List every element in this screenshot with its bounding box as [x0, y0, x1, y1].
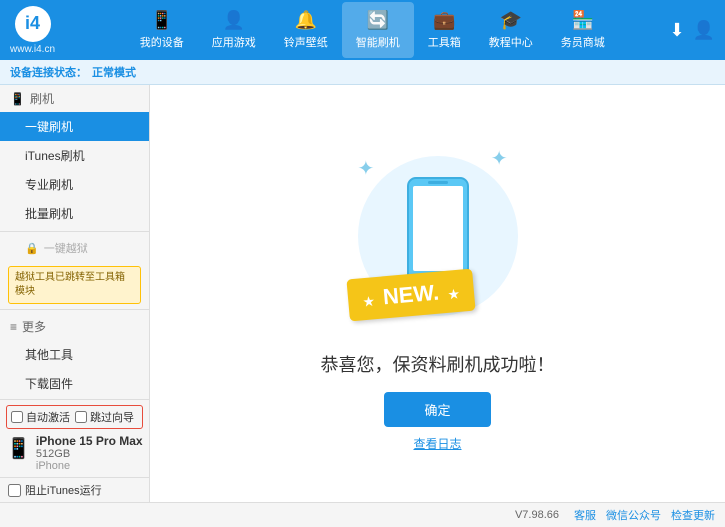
- success-illustration: ✦ ✦ NEW.: [338, 136, 538, 336]
- jailbreak-label: 一键越狱: [44, 240, 88, 256]
- tutorials-icon: 🎓: [500, 10, 522, 31]
- status-prefix: 设备连接状态：: [10, 64, 87, 80]
- nav-toolbox-label: 工具箱: [428, 34, 461, 50]
- sidebar-jailbreak-group: 🔒 一键越狱: [0, 235, 149, 261]
- sidebar-divider-1: [0, 231, 149, 232]
- status-value: 正常模式: [92, 64, 136, 80]
- device-type: iPhone: [36, 460, 143, 472]
- download-btn[interactable]: ⬇: [669, 20, 684, 41]
- nav-my-device[interactable]: 📱 我的设备: [126, 2, 198, 58]
- nav-smart-flash[interactable]: 🔄 智能刷机: [342, 2, 414, 58]
- lock-icon: 🔒: [25, 242, 39, 255]
- itunes-check-bar: 阻止iTunes运行: [0, 477, 149, 502]
- my-device-icon: 📱: [151, 10, 173, 31]
- device-storage: 512GB: [36, 448, 143, 460]
- nav-apps-games[interactable]: 👤 应用游戏: [198, 2, 270, 58]
- confirm-button[interactable]: 确定: [384, 392, 490, 427]
- header-right: ⬇ 👤: [669, 20, 715, 41]
- success-title: 恭喜您，保资料刷机成功啦！: [321, 351, 555, 377]
- other-tools-label: 其他工具: [25, 348, 73, 362]
- auto-activate-checkbox[interactable]: 自动激活: [11, 409, 70, 425]
- sidebar-more-group: ≡ 更多: [0, 313, 149, 340]
- content-area: ✦ ✦ NEW. 恭喜您，保资料刷机成功啦！ 确定 查看日志: [150, 85, 725, 502]
- flash-group-label: 刷机: [30, 90, 54, 107]
- device-details: iPhone 15 Pro Max 512GB iPhone: [36, 434, 143, 472]
- header: i4 www.i4.cn 📱 我的设备 👤 应用游戏 🔔 铃声壁纸 🔄 智能刷机…: [0, 0, 725, 60]
- merchant-icon: 🏪: [572, 10, 594, 31]
- main-layout: 📱 刷机 一键刷机 iTunes刷机 专业刷机 批量刷机 🔒 一键越狱: [0, 85, 725, 502]
- nav-smart-flash-label: 智能刷机: [356, 34, 400, 50]
- sidebar-divider-2: [0, 309, 149, 310]
- new-badge-text: NEW.: [381, 279, 439, 309]
- sidebar-item-other-tools[interactable]: 其他工具: [0, 340, 149, 369]
- device-name: iPhone 15 Pro Max: [36, 434, 143, 448]
- auto-guide-label: 跳过向导: [90, 409, 134, 425]
- auto-activate-input[interactable]: [11, 411, 23, 423]
- auto-guide-checkbox[interactable]: 跳过向导: [75, 409, 134, 425]
- more-label: 更多: [22, 318, 46, 335]
- logo-icon: i4: [15, 6, 51, 42]
- ringtones-icon: 🔔: [295, 10, 317, 31]
- nav-tutorials[interactable]: 🎓 教程中心: [475, 2, 547, 58]
- device-phone-icon: 📱: [6, 436, 31, 461]
- smart-flash-icon: 🔄: [367, 10, 389, 31]
- sidebar-item-download-fw[interactable]: 下载固件: [0, 369, 149, 398]
- nav-tutorials-label: 教程中心: [489, 34, 533, 50]
- device-info: 📱 iPhone 15 Pro Max 512GB iPhone: [6, 434, 143, 472]
- auto-actions-box: 自动激活 跳过向导: [6, 405, 143, 429]
- pro-flash-label: 专业刷机: [25, 178, 73, 192]
- jailbreak-notice: 越狱工具已跳转至工具箱模块: [8, 266, 141, 304]
- auto-guide-input[interactable]: [75, 411, 87, 423]
- user-btn[interactable]: 👤: [693, 20, 715, 41]
- sidebar-item-batch-flash[interactable]: 批量刷机: [0, 199, 149, 228]
- nav-merchant[interactable]: 🏪 务员商城: [547, 2, 619, 58]
- footer-check-update[interactable]: 检查更新: [671, 507, 715, 523]
- apps-games-icon: 👤: [223, 10, 245, 31]
- nav-apps-label: 应用游戏: [212, 34, 256, 50]
- flash-group-icon: 📱: [10, 92, 25, 106]
- sidebar-container: 📱 刷机 一键刷机 iTunes刷机 专业刷机 批量刷机 🔒 一键越狱: [0, 85, 150, 502]
- nav-toolbox[interactable]: 💼 工具箱: [414, 2, 475, 58]
- footer-customer-service[interactable]: 客服: [574, 507, 596, 523]
- sidebar-item-one-key-flash[interactable]: 一键刷机: [0, 112, 149, 141]
- sidebar-item-pro-flash[interactable]: 专业刷机: [0, 170, 149, 199]
- nav-bar: 📱 我的设备 👤 应用游戏 🔔 铃声壁纸 🔄 智能刷机 💼 工具箱 🎓 教程中心…: [75, 2, 669, 58]
- itunes-check-label: 阻止iTunes运行: [25, 482, 102, 498]
- auto-activate-label: 自动激活: [26, 409, 70, 425]
- nav-ringtones-label: 铃声壁纸: [284, 34, 328, 50]
- app-logo: i4 www.i4.cn: [10, 6, 55, 55]
- footer-links: 客服 微信公众号 检查更新: [574, 507, 715, 523]
- sparkle-1-icon: ✦: [358, 156, 375, 181]
- jailbreak-notice-text: 越狱工具已跳转至工具箱模块: [15, 272, 125, 297]
- one-key-flash-label: 一键刷机: [25, 120, 73, 134]
- toolbox-icon: 💼: [433, 10, 455, 31]
- more-icon: ≡: [10, 320, 17, 334]
- sparkle-2-icon: ✦: [491, 146, 508, 171]
- nav-ringtones[interactable]: 🔔 铃声壁纸: [270, 2, 342, 58]
- auto-actions-panel: 自动激活 跳过向导 📱 iPhone 15 Pro Max 512GB iPho…: [0, 399, 149, 477]
- itunes-check-input[interactable]: [8, 484, 21, 497]
- footer-wechat[interactable]: 微信公众号: [606, 507, 661, 523]
- nav-my-device-label: 我的设备: [140, 34, 184, 50]
- itunes-flash-label: iTunes刷机: [25, 149, 85, 163]
- footer-bar: V7.98.66 客服 微信公众号 检查更新: [0, 502, 725, 527]
- sidebar-item-itunes-flash[interactable]: iTunes刷机: [0, 141, 149, 170]
- version-label: V7.98.66: [515, 509, 559, 521]
- nav-merchant-label: 务员商城: [561, 34, 605, 50]
- download-fw-label: 下载固件: [25, 377, 73, 391]
- batch-flash-label: 批量刷机: [25, 207, 73, 221]
- sidebar-nav: 📱 刷机 一键刷机 iTunes刷机 专业刷机 批量刷机 🔒 一键越狱: [0, 85, 149, 399]
- logo-url: www.i4.cn: [10, 44, 55, 55]
- status-bar: 设备连接状态： 正常模式: [0, 60, 725, 85]
- sidebar-flash-group: 📱 刷机: [0, 85, 149, 112]
- view-log-link[interactable]: 查看日志: [413, 435, 461, 452]
